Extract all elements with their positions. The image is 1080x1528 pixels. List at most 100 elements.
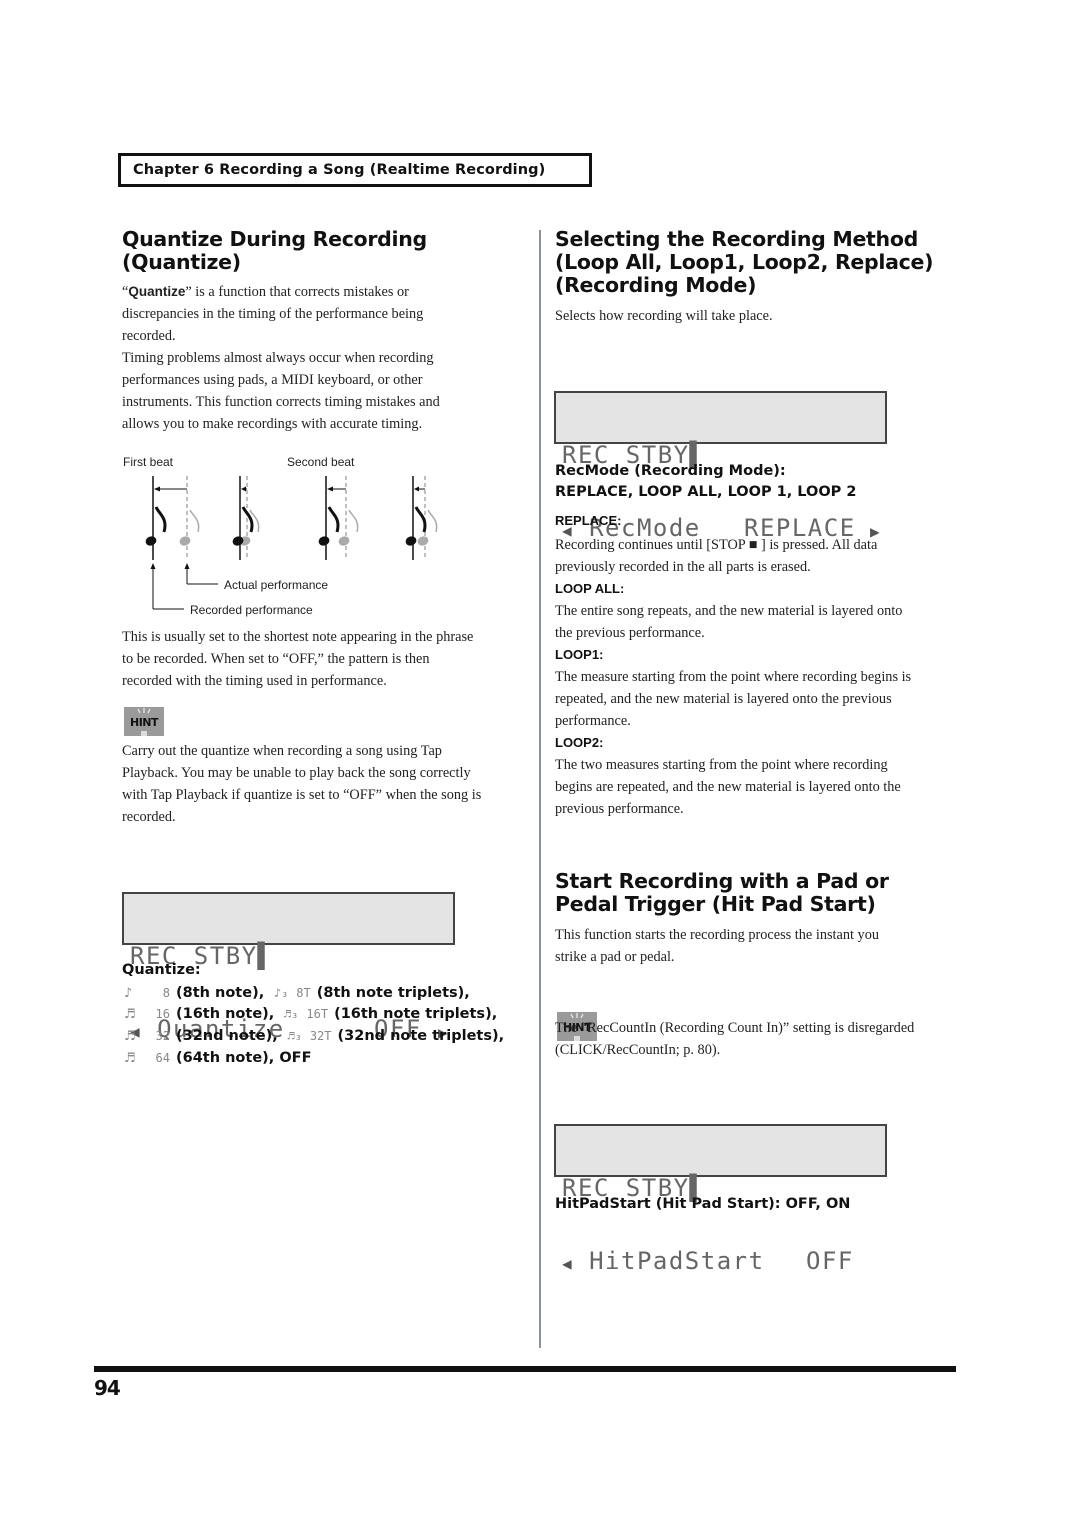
- quantize-term: Quantize: [128, 284, 186, 299]
- quantize-options-label: Quantize:: [122, 962, 201, 978]
- hitpadstart-lcd-display: REC STBY▌ ◀ HitPadStart OFF: [554, 1124, 887, 1273]
- recording-method-intro: Selects how recording will take place.: [555, 308, 773, 324]
- mode-desc: The two measures starting from the point…: [555, 754, 965, 820]
- option-code: 64: [155, 1051, 170, 1065]
- option-code: 32: [155, 1029, 170, 1043]
- para-line: to be recorded. When set to “OFF,” the p…: [122, 651, 430, 667]
- option-code: 8: [162, 986, 170, 1000]
- desc-line: repeated, and the new material is layere…: [555, 691, 892, 707]
- lightbulb-rays-icon: [137, 708, 151, 714]
- option-desc: (16th note),: [176, 1006, 275, 1022]
- section-heading: Quantize During Recording (Quantize): [122, 228, 532, 274]
- hint-line: (CLICK/RecCountIn; p. 80).: [555, 1042, 721, 1058]
- quantize-option-row: ♪ 8 (8th note), ♪₃ 8T (8th note triplets),: [124, 985, 470, 1005]
- actual-performance-label: Actual performance: [224, 578, 329, 592]
- quantize-section-title: Quantize During Recording (Quantize): [122, 228, 532, 274]
- option-code: 8T: [296, 986, 311, 1000]
- recmode-list: REPLACE: Recording continues until [STOP…: [555, 510, 965, 820]
- option-desc: (32nd note),: [176, 1028, 278, 1044]
- intro-line: discrepancies in the timing of the perfo…: [122, 306, 424, 322]
- triplet-note-icon: ♬₃: [287, 1029, 302, 1043]
- hint-line: with Tap Playback if quantize is set to …: [122, 787, 482, 803]
- hit-pad-start-hint-text: The “RecCountIn (Recording Count In)” se…: [555, 1017, 975, 1061]
- option-code: 16: [155, 1007, 170, 1021]
- hitpadstart-options-label: HitPadStart (Hit Pad Start): OFF, ON: [555, 1196, 851, 1212]
- mode-name-loop2: LOOP2:: [555, 735, 604, 750]
- desc-line: The entire song repeats, and the new mat…: [555, 603, 903, 619]
- option-desc: (64th note), OFF: [176, 1050, 312, 1066]
- recmode-lcd-display: REC STBY▌ ◀ RecMode REPLACE ▶: [554, 391, 887, 541]
- heading-line: Pedal Trigger (Hit Pad Start): [555, 892, 876, 916]
- para-line: Timing problems almost always occur when…: [122, 350, 434, 366]
- hint-line: Carry out the quantize when recording a …: [122, 743, 442, 759]
- hit-pad-start-intro: This function starts the recording proce…: [555, 924, 965, 968]
- hint-label: HINT: [129, 716, 159, 729]
- quantize-option-row: ♬ 32 (32nd note), ♬₃ 32T (32nd note triplets…: [124, 1028, 504, 1048]
- quantize-intro: “Quantize” is a function that corrects m…: [122, 281, 532, 435]
- recording-method-section-title: Selecting the Recording Method (Loop All…: [555, 228, 975, 297]
- label-line: RecMode (Recording Mode):: [555, 463, 786, 479]
- lcd-param: HitPadStart: [589, 1247, 765, 1275]
- heading-line: Start Recording with a Pad or: [555, 869, 889, 893]
- beat-4: [405, 476, 438, 560]
- triplet-note-icon: ♪₃: [273, 986, 289, 1000]
- option-code: 16T: [306, 1007, 329, 1021]
- hint-line: The “RecCountIn (Recording Count In)” se…: [555, 1020, 915, 1036]
- hit-pad-start-section-title: Start Recording with a Pad or Pedal Trig…: [555, 870, 975, 916]
- mode-name-loop1: LOOP1:: [555, 647, 604, 662]
- option-code: 32T: [309, 1029, 332, 1043]
- hint-line: recorded.: [122, 809, 176, 825]
- option-desc: (8th note),: [176, 985, 265, 1001]
- quantize-timing-figure: First beat Second beat Actual performanc…: [118, 452, 458, 622]
- footer-rule: [94, 1366, 956, 1372]
- column-divider: [539, 230, 541, 1348]
- beat-2: [232, 476, 260, 560]
- desc-line: The measure starting from the point wher…: [555, 669, 912, 685]
- page-number: 94: [94, 1376, 121, 1400]
- desc-line: previous performance.: [555, 801, 684, 817]
- desc-line: begins are repeated, and the new materia…: [555, 779, 901, 795]
- intro-line: This function starts the recording proce…: [555, 927, 879, 943]
- triplet-note-icon: ♬₃: [283, 1007, 299, 1021]
- section-heading: Start Recording with a Pad or Pedal Trig…: [555, 870, 975, 916]
- hint-line: Playback. You may be unable to play back…: [122, 765, 471, 781]
- mode-name-loop-all: LOOP ALL:: [555, 581, 625, 596]
- sixteenth-note-icon: ♬: [124, 1007, 136, 1022]
- mode-desc: Recording continues until [STOP ■ ] is p…: [555, 534, 965, 578]
- arrow-left-icon: ◀: [562, 1254, 574, 1273]
- chapter-header: Chapter 6 Recording a Song (Realtime Rec…: [118, 153, 592, 187]
- option-desc: (16th note triplets),: [334, 1006, 498, 1022]
- para-line: performances using pads, a MIDI keyboard…: [122, 372, 423, 388]
- quantize-option-row: ♬ 16 (16th note), ♬₃ 16T (16th note triplets…: [124, 1006, 497, 1026]
- mode-name-replace: REPLACE:: [555, 513, 622, 528]
- intro-line: “Quantize” is a function that corrects m…: [122, 281, 532, 303]
- desc-line: Recording continues until [STOP ■ ] is p…: [555, 537, 878, 553]
- intro-line: recorded.: [122, 328, 176, 344]
- chapter-title: Chapter 6 Recording a Song (Realtime Rec…: [133, 162, 546, 178]
- recmode-options-label: RecMode (Recording Mode): REPLACE, LOOP …: [555, 461, 856, 503]
- lcd-line-2: ◀ HitPadStart OFF: [562, 1249, 885, 1274]
- mode-desc: The entire song repeats, and the new mat…: [555, 600, 965, 644]
- desc-line: previously recorded in the all parts is …: [555, 559, 811, 575]
- quantize-lcd-display: REC STBY▌ ◀ Quantize OFF ▶: [122, 892, 455, 1042]
- recorded-performance-label: Recorded performance: [190, 603, 313, 617]
- heading-line: (Quantize): [122, 250, 241, 274]
- para-line: instruments. This function corrects timi…: [122, 394, 440, 410]
- heading-line: Selecting the Recording Method: [555, 227, 919, 251]
- intro-line: strike a pad or pedal.: [555, 949, 675, 965]
- para-line: allows you to make recordings with accur…: [122, 416, 423, 432]
- quantize-hint-text: Carry out the quantize when recording a …: [122, 740, 532, 828]
- note-timing-diagram: [145, 476, 438, 610]
- quantize-option-row: ♬ 64 (64th note), OFF: [124, 1050, 311, 1070]
- lightbulb-base: [141, 731, 147, 736]
- desc-line: performance.: [555, 713, 631, 729]
- thirty-second-note-icon: ♬: [124, 1029, 136, 1044]
- option-desc: (32nd note triplets),: [337, 1028, 505, 1044]
- para-line: recorded with the timing used in perform…: [122, 673, 387, 689]
- quantize-explanation: This is usually set to the shortest note…: [122, 626, 532, 692]
- label-line: REPLACE, LOOP ALL, LOOP 1, LOOP 2: [555, 484, 857, 500]
- option-desc: (8th note triplets),: [316, 985, 470, 1001]
- lcd-value: OFF: [806, 1247, 854, 1275]
- heading-line: (Loop All, Loop1, Loop2, Replace): [555, 250, 934, 274]
- desc-line: the previous performance.: [555, 625, 705, 641]
